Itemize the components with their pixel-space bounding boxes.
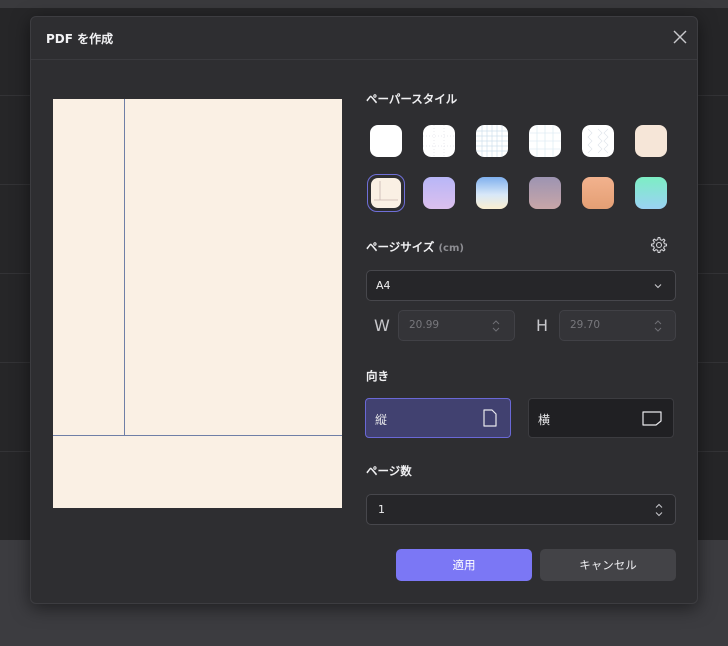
background-app-topbar bbox=[0, 0, 728, 8]
page-size-label: ページサイズ (cm) bbox=[366, 239, 464, 255]
swatch-cream[interactable] bbox=[635, 125, 667, 157]
swatch-peach-gradient[interactable] bbox=[582, 177, 614, 209]
cancel-button[interactable]: キャンセル bbox=[540, 549, 676, 581]
portrait-page-icon bbox=[483, 409, 497, 427]
stepper-icon[interactable] bbox=[491, 319, 501, 333]
page-size-unit: (cm) bbox=[438, 243, 464, 254]
orientation-landscape-button[interactable]: 横 bbox=[528, 398, 674, 438]
swatch-fine-grid[interactable] bbox=[529, 125, 561, 157]
page-count-value: 1 bbox=[378, 503, 385, 516]
page-size-select-value: A4 bbox=[376, 279, 391, 292]
swatch-lavender-gradient[interactable] bbox=[423, 177, 455, 209]
stepper-icon[interactable] bbox=[653, 319, 663, 333]
orientation-landscape-label: 横 bbox=[538, 413, 551, 427]
swatch-mauve-gradient[interactable] bbox=[529, 177, 561, 209]
page-count-input[interactable]: 1 bbox=[366, 494, 676, 525]
gear-icon[interactable] bbox=[649, 235, 669, 255]
orientation-portrait-button[interactable]: 縦 bbox=[365, 398, 511, 438]
height-input[interactable]: 29.70 bbox=[559, 310, 676, 341]
swatch-selected-ring[interactable] bbox=[367, 174, 405, 212]
close-icon[interactable] bbox=[671, 28, 689, 46]
page-size-select[interactable]: A4 bbox=[366, 270, 676, 301]
width-input-value: 20.99 bbox=[409, 319, 440, 331]
swatch-hex-grid[interactable] bbox=[582, 125, 614, 157]
height-input-value: 29.70 bbox=[570, 319, 601, 331]
width-label: W bbox=[374, 316, 390, 335]
swatch-blank-white[interactable] bbox=[370, 125, 402, 157]
page-size-label-text: ページサイズ bbox=[366, 240, 435, 254]
chevron-down-icon bbox=[654, 284, 662, 289]
page-count-label: ページ数 bbox=[366, 464, 412, 478]
swatch-dot-grid[interactable] bbox=[423, 125, 455, 157]
orientation-label: 向き bbox=[366, 369, 389, 383]
create-pdf-dialog: PDF を作成 ペーパースタイル ページサイズ (cm) A4 W 20.99 … bbox=[30, 16, 698, 604]
stepper-icon[interactable] bbox=[654, 502, 664, 518]
swatch-square-grid[interactable] bbox=[476, 125, 508, 157]
height-label: H bbox=[536, 316, 549, 335]
preview-cornell-margin-line bbox=[124, 99, 125, 436]
paper-style-label: ペーパースタイル bbox=[366, 92, 458, 106]
preview-cornell-summary-line bbox=[53, 435, 342, 436]
swatch-sky-gradient[interactable] bbox=[476, 177, 508, 209]
landscape-page-icon bbox=[642, 411, 662, 426]
swatch-cornell-cream[interactable] bbox=[371, 178, 401, 208]
width-input[interactable]: 20.99 bbox=[398, 310, 515, 341]
dialog-title: PDF を作成 bbox=[46, 32, 114, 46]
title-divider bbox=[31, 59, 697, 60]
orientation-portrait-label: 縦 bbox=[375, 413, 388, 427]
dialog-titlebar: PDF を作成 bbox=[31, 17, 697, 59]
paper-preview bbox=[53, 99, 342, 508]
swatch-mint-gradient[interactable] bbox=[635, 177, 667, 209]
apply-button[interactable]: 適用 bbox=[396, 549, 532, 581]
